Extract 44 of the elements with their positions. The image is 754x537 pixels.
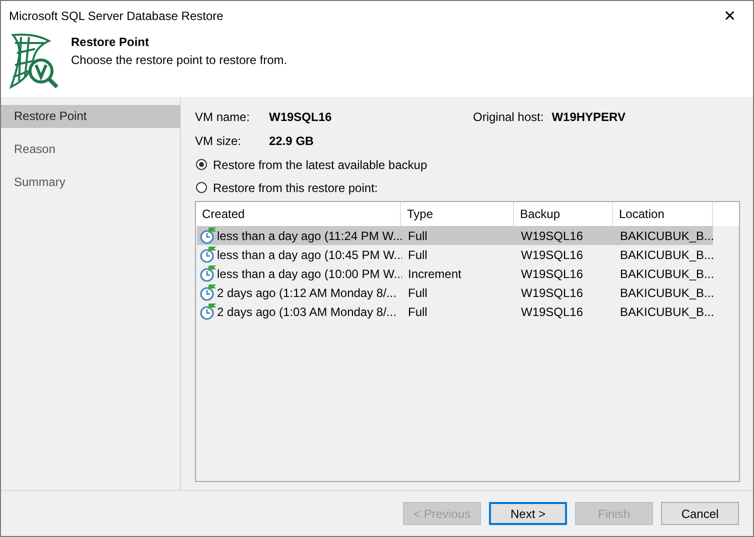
dialog-button[interactable]: Cancel [661,502,739,525]
close-button[interactable]: ✕ [707,1,753,31]
table-cell: 2 days ago (1:03 AM Monday 8/... [217,304,396,318]
radio-icon[interactable] [196,182,207,193]
sidebar-item[interactable]: Summary [1,171,180,194]
table-cell: W19SQL16 [521,266,584,280]
restore-point-clock-icon [200,246,216,263]
table-cell: BAKICUBUK_B... [620,248,714,262]
host-value: W19HYPERV [552,110,626,124]
table-cell: BAKICUBUK_B... [620,286,714,300]
table-cell: 2 days ago (1:12 AM Monday 8/... [217,286,396,300]
table-cell: W19SQL16 [521,228,584,242]
vm-size-value: 22.9 GB [269,134,314,148]
page-subtitle: Choose the restore point to restore from. [71,53,288,67]
vm-size-label: VM size: [195,134,242,148]
restore-point-clock-icon [200,265,216,282]
table-cell: W19SQL16 [521,286,584,300]
radio-icon[interactable] [196,159,207,170]
restore-point-clock-icon [200,303,216,320]
table-row[interactable]: 2 days ago (1:03 AM Monday 8/... Full W19SQL16 BAKICUBUK_B... [197,302,739,321]
table-cell: W19SQL16 [521,248,584,262]
table-row[interactable]: 2 days ago (1:12 AM Monday 8/... Full W19SQL16 BAKICUBUK_B... [197,283,739,302]
radio-option[interactable]: Restore from this restore point: [196,176,740,199]
table-cell: less than a day ago (11:24 PM W... [217,228,402,242]
table-cell: BAKICUBUK_B... [620,266,714,280]
table-cell: BAKICUBUK_B... [620,228,714,242]
sidebar-item[interactable]: Restore Point [1,105,180,128]
table-cell: Full [408,228,428,242]
table-cell: W19SQL16 [521,304,584,318]
table-cell: Full [408,286,428,300]
table-cell: Increment [408,266,462,280]
sidebar-item[interactable]: Reason [1,138,180,161]
window-title: Microsoft SQL Server Database Restore [9,9,224,23]
page-title: Restore Point [71,35,150,49]
table-row[interactable]: less than a day ago (11:24 PM W... Full W19SQL16 BAKICUBUK_B... [197,226,713,245]
table-cell: Full [408,304,428,318]
dialog-button[interactable]: Next > [489,502,567,525]
host-label: Original host: [473,110,544,124]
restore-point-clock-icon [200,284,216,301]
radio-option[interactable]: Restore from the latest available backup [196,153,740,176]
vm-name-value: W19SQL16 [269,110,333,124]
vm-name-label: VM name: [195,110,251,124]
table-cell: Full [408,248,428,262]
table-cell: BAKICUBUK_B... [620,304,714,318]
